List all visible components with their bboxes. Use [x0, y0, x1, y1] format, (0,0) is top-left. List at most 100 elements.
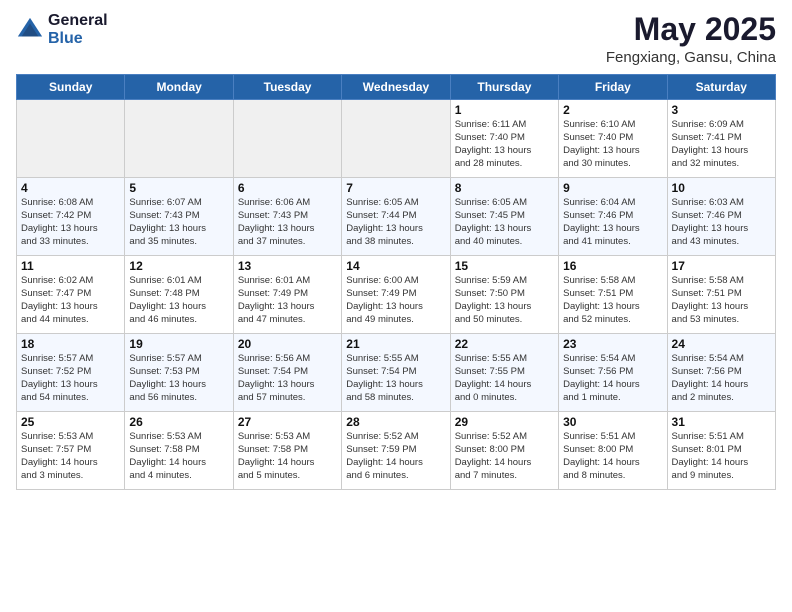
day-number: 29 [455, 415, 554, 429]
day-number: 25 [21, 415, 120, 429]
day-info: Sunrise: 6:08 AM Sunset: 7:42 PM Dayligh… [21, 197, 120, 248]
day-info: Sunrise: 5:51 AM Sunset: 8:01 PM Dayligh… [672, 431, 771, 482]
col-thursday: Thursday [450, 75, 558, 100]
table-cell: 7 Sunrise: 6:05 AM Sunset: 7:44 PM Daylig… [342, 178, 450, 256]
table-cell: 29 Sunrise: 5:52 AM Sunset: 8:00 PM Dayli… [450, 412, 558, 490]
header-row: Sunday Monday Tuesday Wednesday Thursday… [17, 75, 776, 100]
table-cell: 27 Sunrise: 5:53 AM Sunset: 7:58 PM Dayli… [233, 412, 341, 490]
day-info: Sunrise: 6:00 AM Sunset: 7:49 PM Dayligh… [346, 275, 445, 326]
day-info: Sunrise: 6:05 AM Sunset: 7:44 PM Dayligh… [346, 197, 445, 248]
day-number: 31 [672, 415, 771, 429]
day-number: 18 [21, 337, 120, 351]
day-number: 13 [238, 259, 337, 273]
day-number: 14 [346, 259, 445, 273]
day-info: Sunrise: 5:54 AM Sunset: 7:56 PM Dayligh… [672, 353, 771, 404]
day-number: 4 [21, 181, 120, 195]
col-saturday: Saturday [667, 75, 775, 100]
col-monday: Monday [125, 75, 233, 100]
day-number: 3 [672, 103, 771, 117]
day-info: Sunrise: 5:58 AM Sunset: 7:51 PM Dayligh… [672, 275, 771, 326]
title-block: May 2025 Fengxiang, Gansu, China [606, 12, 776, 66]
table-cell: 17 Sunrise: 5:58 AM Sunset: 7:51 PM Dayli… [667, 256, 775, 334]
day-number: 12 [129, 259, 228, 273]
table-cell [125, 100, 233, 178]
table-cell: 9 Sunrise: 6:04 AM Sunset: 7:46 PM Daylig… [559, 178, 667, 256]
day-info: Sunrise: 5:56 AM Sunset: 7:54 PM Dayligh… [238, 353, 337, 404]
table-cell: 26 Sunrise: 5:53 AM Sunset: 7:58 PM Dayli… [125, 412, 233, 490]
table-cell: 30Sunrise: 5:51 AM Sunset: 8:00 PM Dayli… [559, 412, 667, 490]
day-info: Sunrise: 6:04 AM Sunset: 7:46 PM Dayligh… [563, 197, 662, 248]
week-row-4: 18 Sunrise: 5:57 AM Sunset: 7:52 PM Dayli… [17, 334, 776, 412]
day-number: 22 [455, 337, 554, 351]
day-info: Sunrise: 5:57 AM Sunset: 7:52 PM Dayligh… [21, 353, 120, 404]
col-sunday: Sunday [17, 75, 125, 100]
table-cell: 19 Sunrise: 5:57 AM Sunset: 7:53 PM Dayli… [125, 334, 233, 412]
day-info: Sunrise: 6:05 AM Sunset: 7:45 PM Dayligh… [455, 197, 554, 248]
day-number: 30 [563, 415, 662, 429]
table-cell: 4 Sunrise: 6:08 AM Sunset: 7:42 PM Daylig… [17, 178, 125, 256]
day-number: 2 [563, 103, 662, 117]
col-friday: Friday [559, 75, 667, 100]
table-cell [342, 100, 450, 178]
day-info: Sunrise: 5:58 AM Sunset: 7:51 PM Dayligh… [563, 275, 662, 326]
logo-blue-text: Blue [48, 30, 108, 48]
table-cell: 6Sunrise: 6:06 AM Sunset: 7:43 PM Daylig… [233, 178, 341, 256]
day-number: 21 [346, 337, 445, 351]
day-info: Sunrise: 6:07 AM Sunset: 7:43 PM Dayligh… [129, 197, 228, 248]
table-cell: 15Sunrise: 5:59 AM Sunset: 7:50 PM Dayli… [450, 256, 558, 334]
week-row-3: 11 Sunrise: 6:02 AM Sunset: 7:47 PM Dayli… [17, 256, 776, 334]
logo-general-text: General [48, 12, 108, 30]
day-info: Sunrise: 5:57 AM Sunset: 7:53 PM Dayligh… [129, 353, 228, 404]
location-title: Fengxiang, Gansu, China [606, 49, 776, 66]
col-wednesday: Wednesday [342, 75, 450, 100]
day-number: 9 [563, 181, 662, 195]
table-cell: 18 Sunrise: 5:57 AM Sunset: 7:52 PM Dayli… [17, 334, 125, 412]
day-info: Sunrise: 5:54 AM Sunset: 7:56 PM Dayligh… [563, 353, 662, 404]
day-info: Sunrise: 5:53 AM Sunset: 7:58 PM Dayligh… [129, 431, 228, 482]
day-number: 6 [238, 181, 337, 195]
day-number: 10 [672, 181, 771, 195]
week-row-5: 25 Sunrise: 5:53 AM Sunset: 7:57 PM Dayli… [17, 412, 776, 490]
day-number: 8 [455, 181, 554, 195]
day-number: 20 [238, 337, 337, 351]
day-info: Sunrise: 5:55 AM Sunset: 7:54 PM Dayligh… [346, 353, 445, 404]
day-number: 16 [563, 259, 662, 273]
day-number: 11 [21, 259, 120, 273]
day-number: 19 [129, 337, 228, 351]
day-info: Sunrise: 5:52 AM Sunset: 7:59 PM Dayligh… [346, 431, 445, 482]
day-info: Sunrise: 6:10 AM Sunset: 7:40 PM Dayligh… [563, 119, 662, 170]
day-number: 27 [238, 415, 337, 429]
day-number: 17 [672, 259, 771, 273]
day-info: Sunrise: 6:11 AM Sunset: 7:40 PM Dayligh… [455, 119, 554, 170]
day-info: Sunrise: 5:53 AM Sunset: 7:57 PM Dayligh… [21, 431, 120, 482]
day-info: Sunrise: 6:02 AM Sunset: 7:47 PM Dayligh… [21, 275, 120, 326]
week-row-2: 4 Sunrise: 6:08 AM Sunset: 7:42 PM Daylig… [17, 178, 776, 256]
table-cell: 2 Sunrise: 6:10 AM Sunset: 7:40 PM Daylig… [559, 100, 667, 178]
table-cell: 20 Sunrise: 5:56 AM Sunset: 7:54 PM Dayli… [233, 334, 341, 412]
table-cell: 11 Sunrise: 6:02 AM Sunset: 7:47 PM Dayli… [17, 256, 125, 334]
col-tuesday: Tuesday [233, 75, 341, 100]
table-cell: 1Sunrise: 6:11 AM Sunset: 7:40 PM Daylig… [450, 100, 558, 178]
table-cell: 22Sunrise: 5:55 AM Sunset: 7:55 PM Dayli… [450, 334, 558, 412]
month-title: May 2025 [606, 12, 776, 47]
table-cell: 28Sunrise: 5:52 AM Sunset: 7:59 PM Dayli… [342, 412, 450, 490]
table-cell: 10 Sunrise: 6:03 AM Sunset: 7:46 PM Dayli… [667, 178, 775, 256]
table-cell: 24 Sunrise: 5:54 AM Sunset: 7:56 PM Dayli… [667, 334, 775, 412]
day-info: Sunrise: 5:52 AM Sunset: 8:00 PM Dayligh… [455, 431, 554, 482]
day-info: Sunrise: 5:59 AM Sunset: 7:50 PM Dayligh… [455, 275, 554, 326]
day-number: 7 [346, 181, 445, 195]
day-number: 23 [563, 337, 662, 351]
logo: General Blue [16, 12, 108, 47]
table-cell: 21 Sunrise: 5:55 AM Sunset: 7:54 PM Dayli… [342, 334, 450, 412]
table-cell: 14 Sunrise: 6:00 AM Sunset: 7:49 PM Dayli… [342, 256, 450, 334]
table-cell: 12Sunrise: 6:01 AM Sunset: 7:48 PM Dayli… [125, 256, 233, 334]
page-header: General Blue May 2025 Fengxiang, Gansu, … [16, 12, 776, 66]
day-info: Sunrise: 6:03 AM Sunset: 7:46 PM Dayligh… [672, 197, 771, 248]
table-cell: 8 Sunrise: 6:05 AM Sunset: 7:45 PM Daylig… [450, 178, 558, 256]
table-cell: 5Sunrise: 6:07 AM Sunset: 7:43 PM Daylig… [125, 178, 233, 256]
day-info: Sunrise: 6:09 AM Sunset: 7:41 PM Dayligh… [672, 119, 771, 170]
day-info: Sunrise: 5:53 AM Sunset: 7:58 PM Dayligh… [238, 431, 337, 482]
week-row-1: 1Sunrise: 6:11 AM Sunset: 7:40 PM Daylig… [17, 100, 776, 178]
day-number: 24 [672, 337, 771, 351]
day-number: 26 [129, 415, 228, 429]
